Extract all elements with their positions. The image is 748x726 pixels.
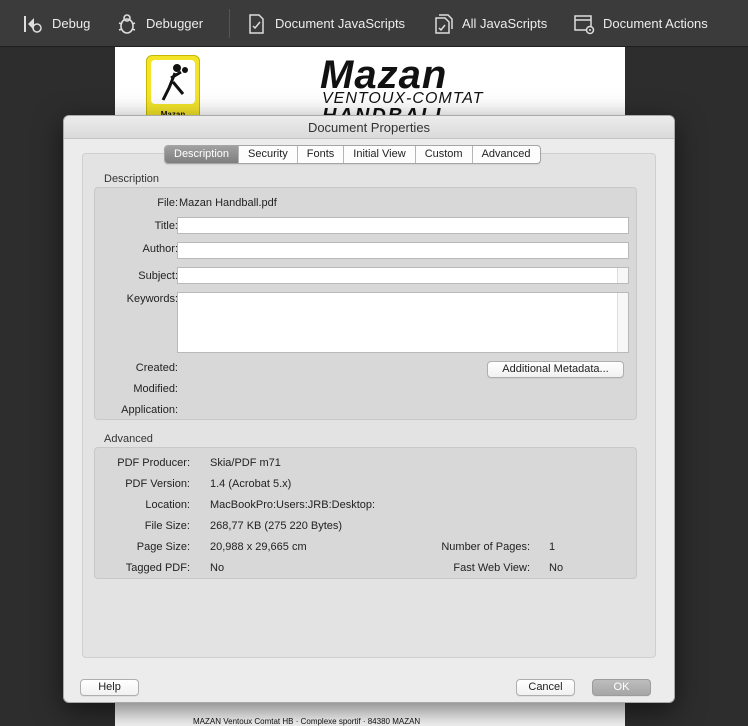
ok-button[interactable]: OK: [592, 679, 651, 696]
debug-label: Debug: [52, 16, 91, 31]
title-label: Title:: [154, 220, 178, 232]
location-label: Location:: [145, 499, 190, 511]
tagged-pdf-value: No: [210, 562, 225, 574]
additional-metadata-button[interactable]: Additional Metadata...: [487, 361, 624, 378]
pdf-version-label: PDF Version:: [125, 478, 190, 490]
all-javascripts-label: All JavaScripts: [462, 16, 548, 31]
file-size-label: File Size:: [144, 520, 190, 532]
description-group: File: Mazan Handball.pdf Title: Author: …: [94, 187, 637, 420]
application-label: Application:: [121, 404, 178, 416]
document-actions-icon: [574, 14, 595, 34]
location-value: MacBookPro:Users:JRB:Desktop:: [210, 499, 376, 511]
number-of-pages-label: Number of Pages:: [441, 541, 530, 553]
fast-web-view-value: No: [549, 562, 564, 574]
page-size-value: 20,988 x 29,665 cm: [210, 541, 307, 553]
debugger-button[interactable]: Debugger: [116, 0, 203, 47]
pdf-producer-label: PDF Producer:: [117, 457, 190, 469]
document-javascripts-button[interactable]: Document JavaScripts: [245, 0, 405, 47]
subject-label: Subject:: [138, 270, 178, 282]
document-actions-label: Document Actions: [603, 16, 708, 31]
toolbar-separator: [229, 9, 230, 38]
file-size-value: 268,77 KB (275 220 Bytes): [210, 520, 343, 532]
handball-player-icon: [161, 64, 188, 101]
file-value: Mazan Handball.pdf: [179, 197, 277, 209]
author-label: Author:: [142, 243, 178, 255]
tab-description[interactable]: Description: [165, 146, 240, 163]
document-script-icon: [249, 13, 264, 34]
pdf-footer: MAZAN Ventoux Comtat HB · Complexe sport…: [193, 717, 421, 726]
tab-bar: Description Security Fonts Initial View …: [164, 145, 541, 164]
keywords-field[interactable]: [177, 292, 629, 353]
advanced-group: PDF Producer: Skia/PDF m71 PDF Version: …: [94, 447, 637, 579]
page-size-label: Page Size:: [136, 541, 190, 553]
help-button[interactable]: Help: [80, 679, 139, 696]
debug-button[interactable]: Debug: [22, 0, 90, 47]
description-section-label: Description: [104, 173, 160, 185]
tab-advanced[interactable]: Advanced: [473, 146, 540, 163]
cancel-button[interactable]: Cancel: [516, 679, 575, 696]
debug-step-icon: [24, 15, 42, 33]
dialog-title: Document Properties: [64, 116, 674, 139]
tab-fonts[interactable]: Fonts: [298, 146, 345, 163]
toolbar: Debug Debugger Document JavaScripts All …: [0, 0, 748, 47]
number-of-pages-value: 1: [549, 541, 556, 553]
author-field[interactable]: [177, 242, 629, 259]
document-properties-dialog: Document Properties Description File: Ma…: [63, 115, 675, 703]
keywords-label: Keywords:: [126, 293, 178, 305]
modified-label: Modified:: [133, 383, 178, 395]
all-scripts-icon: [435, 13, 453, 34]
pdf-producer-value: Skia/PDF m71: [210, 457, 281, 469]
all-javascripts-button[interactable]: All JavaScripts: [432, 0, 547, 47]
tab-initial-view[interactable]: Initial View: [344, 146, 416, 163]
created-label: Created:: [135, 362, 178, 374]
file-label: File:: [157, 197, 178, 209]
advanced-section-label: Advanced: [104, 433, 153, 445]
document-javascripts-label: Document JavaScripts: [275, 16, 406, 31]
subject-field[interactable]: [177, 267, 629, 284]
document-actions-button[interactable]: Document Actions: [573, 0, 708, 47]
fast-web-view-label: Fast Web View:: [453, 562, 530, 574]
debugger-label: Debugger: [146, 16, 204, 31]
pdf-version-value: 1.4 (Acrobat 5.x): [210, 478, 292, 490]
club-logo: Mazan: [146, 55, 200, 123]
title-field[interactable]: [177, 217, 629, 234]
tab-pane: Description File: Mazan Handball.pdf Tit…: [82, 153, 656, 658]
bug-icon: [118, 13, 136, 34]
tab-security[interactable]: Security: [239, 146, 298, 163]
tagged-pdf-label: Tagged PDF:: [125, 562, 190, 574]
tab-custom[interactable]: Custom: [416, 146, 473, 163]
